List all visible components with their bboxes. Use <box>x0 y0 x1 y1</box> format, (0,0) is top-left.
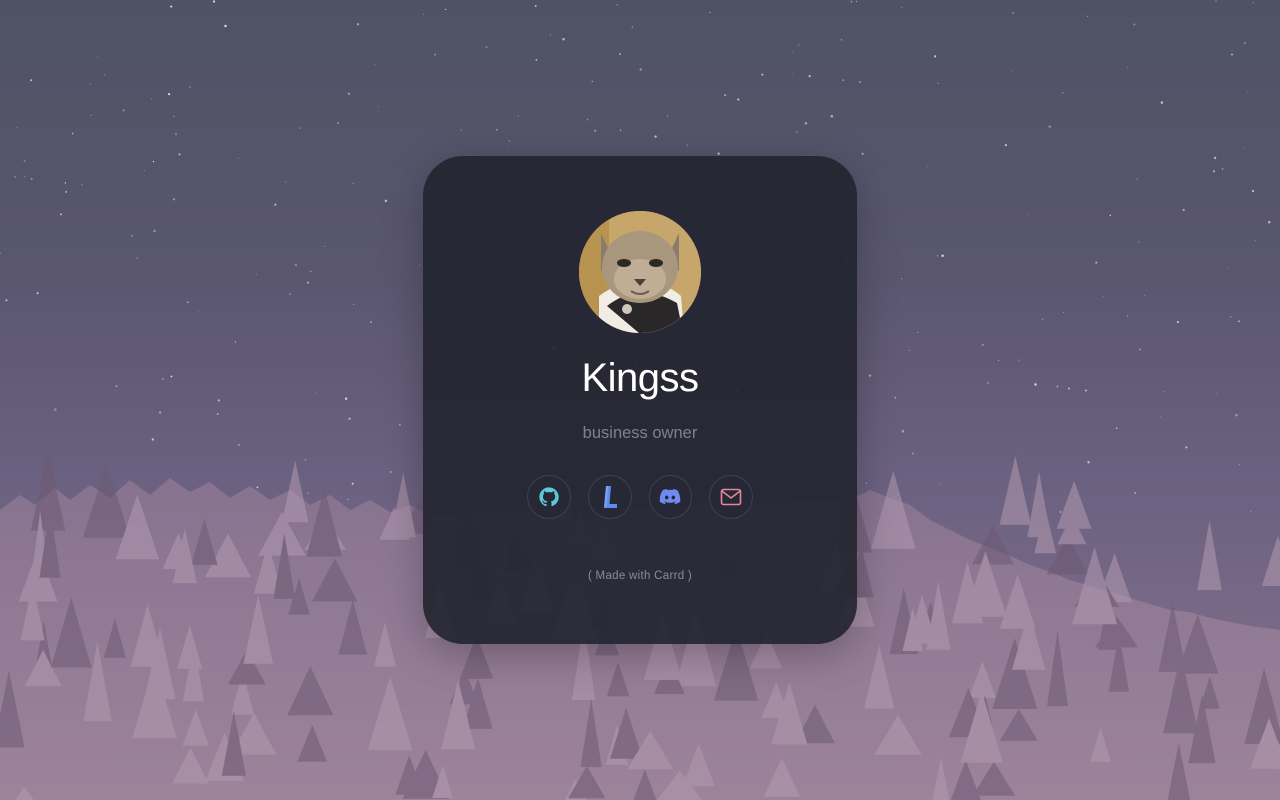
discord-button[interactable] <box>648 475 693 519</box>
letterboxd-l-icon <box>603 486 617 508</box>
profile-name: Kingss <box>581 356 699 400</box>
github-icon <box>539 487 559 507</box>
cat-avatar-icon <box>579 211 701 333</box>
discord-icon <box>660 489 681 505</box>
mail-icon <box>720 488 742 506</box>
made-with-carrd-link[interactable]: ( Made with Carrd ) <box>423 570 857 582</box>
profile-tagline: business owner <box>582 424 698 442</box>
profile-card: Kingss business owner ( Made with Carrd … <box>423 156 857 644</box>
social-links <box>527 475 753 519</box>
letterboxd-button[interactable] <box>587 475 632 519</box>
github-button[interactable] <box>527 475 571 519</box>
email-button[interactable] <box>709 475 753 519</box>
avatar <box>579 211 701 333</box>
